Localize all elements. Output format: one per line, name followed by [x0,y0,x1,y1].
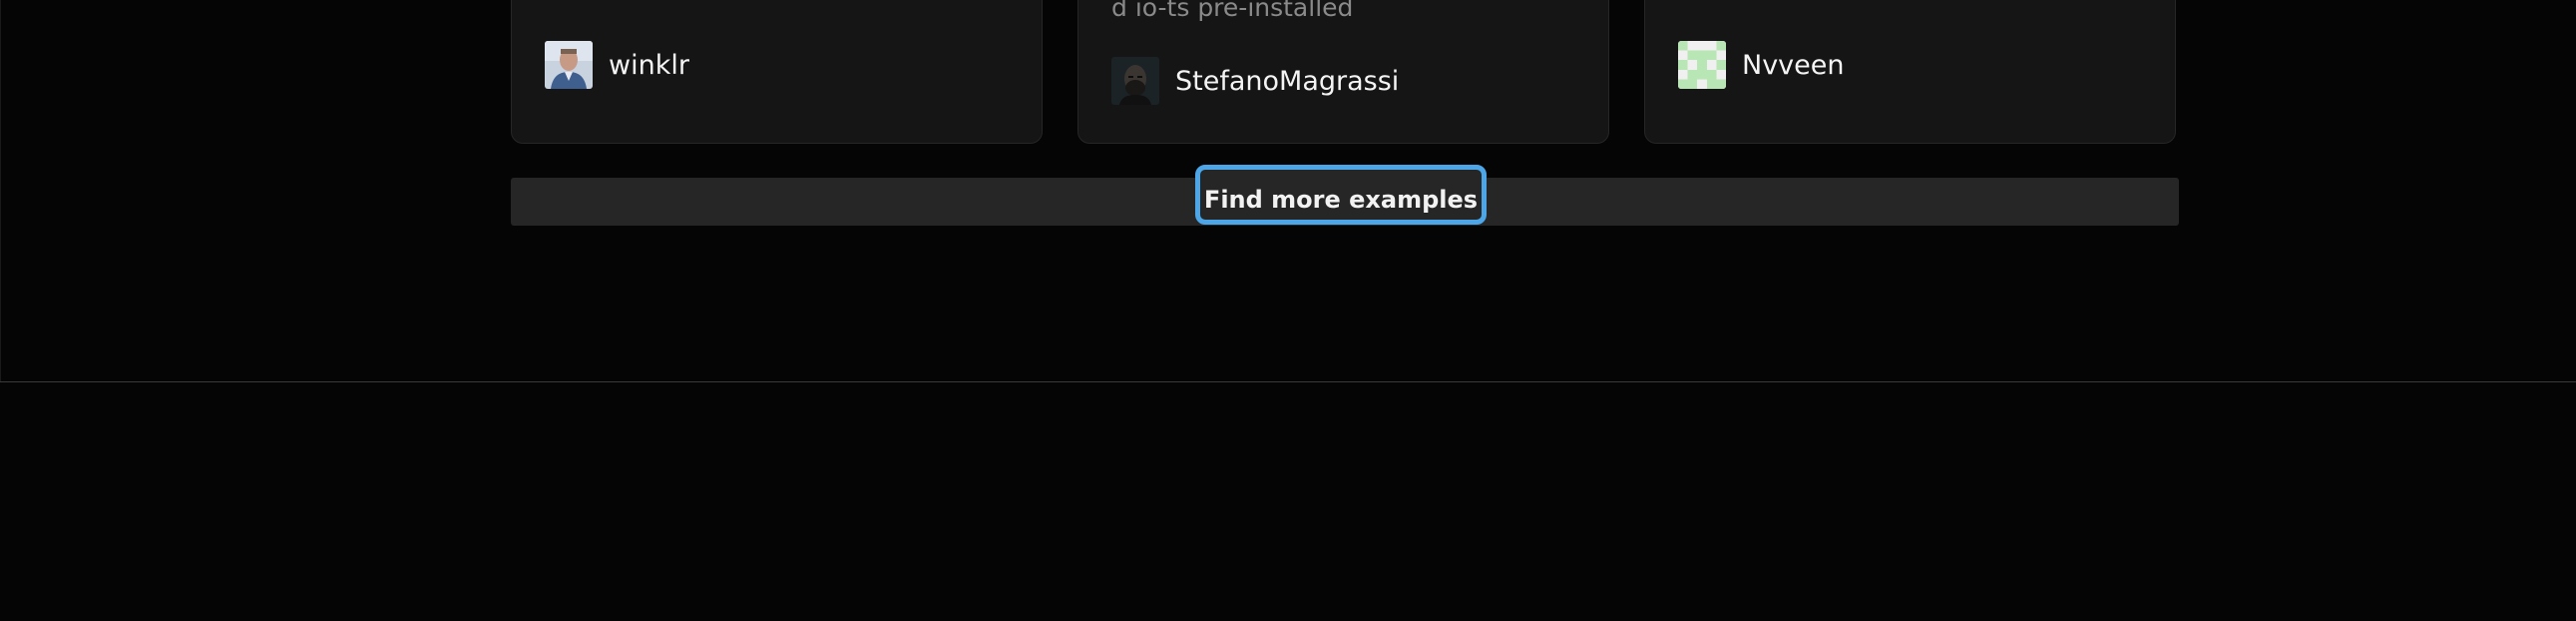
author-name[interactable]: StefanoMagrassi [1175,66,1399,97]
example-card[interactable]: Nvveen [1644,0,2176,144]
avatar [1111,57,1159,105]
card-author[interactable]: winklr [545,41,689,89]
card-author[interactable]: Nvveen [1678,41,1845,89]
card-author[interactable]: StefanoMagrassi [1111,57,1399,105]
author-name[interactable]: winklr [609,50,689,81]
find-more-examples-button[interactable]: Find more examples [1195,165,1487,225]
example-card[interactable]: winklr [511,0,1043,144]
page-left-border [0,0,1,381]
avatar [1678,41,1726,89]
avatar [545,41,593,89]
author-name[interactable]: Nvveen [1742,50,1845,81]
section-divider [0,381,2576,382]
card-description: d io-ts pre-installed [1111,0,1354,22]
example-card[interactable]: d io-ts pre-installed StefanoMagrassi [1077,0,1609,144]
find-more-examples-label: Find more examples [1203,186,1479,214]
